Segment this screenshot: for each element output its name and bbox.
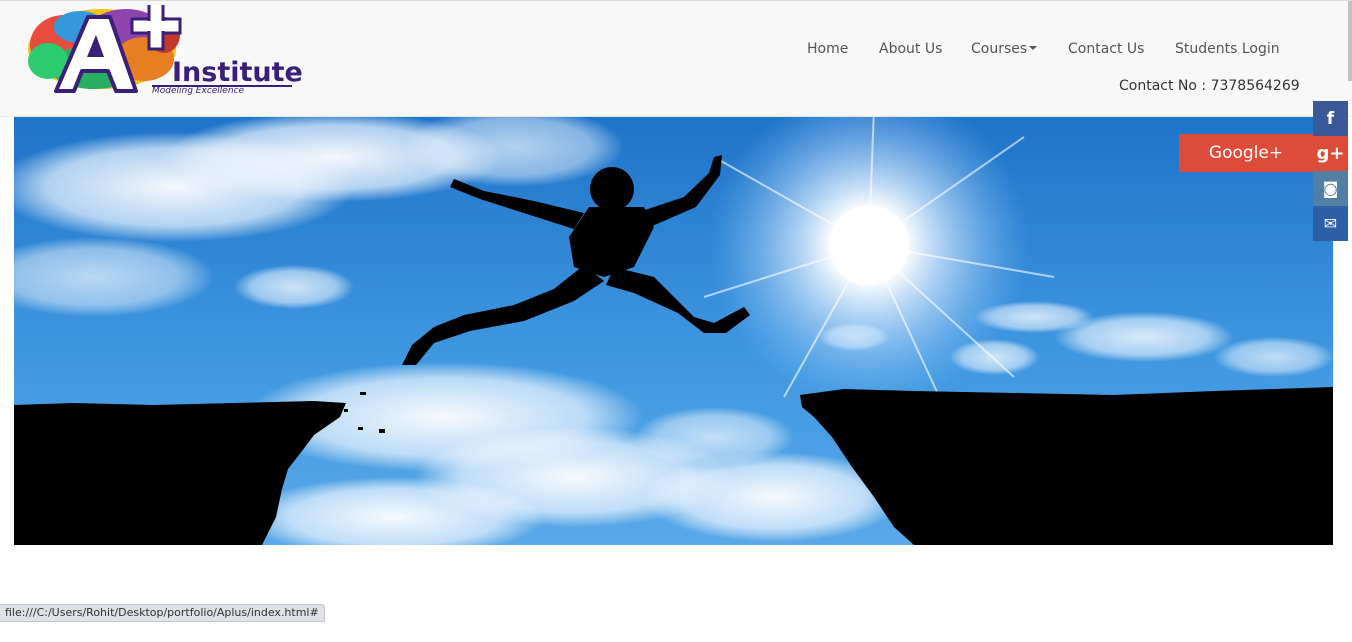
nav-courses-label: Courses — [971, 41, 1028, 57]
site-header: Institute Modeling Excellence Home About… — [0, 1, 1352, 117]
nav-students-login[interactable]: Students Login — [1175, 41, 1280, 57]
facebook-icon: f — [1326, 108, 1335, 129]
instagram-icon: ◙ — [1322, 179, 1339, 198]
contact-number: Contact No : 7378564269 — [1119, 78, 1300, 94]
chevron-down-icon — [1029, 46, 1038, 50]
hero-image — [14, 117, 1333, 545]
browser-status-url: file:///C:/Users/Rohit/Desktop/portfolio… — [0, 604, 325, 622]
hero-banner — [14, 117, 1333, 545]
instagram-button[interactable]: ◙ — [1313, 171, 1348, 206]
nav-contact-us[interactable]: Contact Us — [1068, 41, 1144, 57]
gplus-icon: g+ — [1316, 143, 1345, 164]
nav-about-us[interactable]: About Us — [879, 41, 942, 57]
main-nav: Home About Us Courses Contact Us Student… — [0, 41, 1352, 65]
nav-home[interactable]: Home — [807, 41, 848, 57]
gplus-share-tab[interactable]: Google+ — [1179, 134, 1313, 172]
mail-button[interactable]: ✉ — [1313, 206, 1348, 241]
page-scrollbar[interactable] — [1348, 1, 1352, 81]
social-sidebar: f g+ ◙ ✉ — [1313, 101, 1348, 241]
page: Institute Modeling Excellence Home About… — [0, 0, 1352, 642]
facebook-button[interactable]: f — [1313, 101, 1348, 136]
mail-icon: ✉ — [1323, 214, 1338, 233]
logo-tagline: Modeling Excellence — [152, 86, 245, 96]
gplus-button[interactable]: g+ — [1313, 136, 1348, 171]
nav-courses[interactable]: Courses — [971, 41, 1038, 57]
